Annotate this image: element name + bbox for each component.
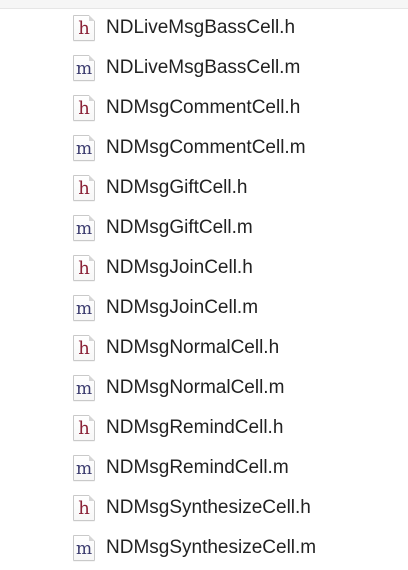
file-type-letter: m xyxy=(75,459,93,479)
file-row-m[interactable]: m NDMsgNormalCell.m xyxy=(0,367,408,407)
file-row-h[interactable]: h NDMsgSynthesizeCell.h xyxy=(0,487,408,527)
file-row-h[interactable]: h NDMsgRemindCell.h xyxy=(0,407,408,447)
implementation-file-icon: m xyxy=(73,455,95,481)
file-name: NDMsgJoinCell.m xyxy=(106,297,259,318)
file-type-letter: h xyxy=(78,98,90,119)
file-type-letter: h xyxy=(78,418,90,439)
file-type-letter: h xyxy=(78,498,90,519)
header-file-icon: h xyxy=(73,335,95,361)
file-row-h[interactable]: h NDMsgCommentCell.h xyxy=(0,87,408,127)
header-file-icon: h xyxy=(73,495,95,521)
header-file-icon: h xyxy=(73,175,95,201)
file-name: NDMsgCommentCell.m xyxy=(106,137,306,158)
file-type-letter: m xyxy=(75,139,93,159)
file-row-h[interactable]: h NDMsgNormalCell.h xyxy=(0,327,408,367)
implementation-file-icon: m xyxy=(73,295,95,321)
file-row-h[interactable]: h NDMsgJoinCell.h xyxy=(0,247,408,287)
file-list: h NDLiveMsgBassCell.h m NDLiveMsgBassCel… xyxy=(0,7,408,567)
file-name: NDMsgGiftCell.h xyxy=(106,177,248,198)
file-name: NDMsgSynthesizeCell.m xyxy=(106,537,317,558)
file-name: NDLiveMsgBassCell.m xyxy=(106,57,301,78)
file-type-letter: m xyxy=(75,59,93,79)
file-name: NDLiveMsgBassCell.h xyxy=(106,17,296,38)
file-name: NDMsgCommentCell.h xyxy=(106,97,301,118)
file-type-letter: h xyxy=(78,338,90,359)
file-type-letter: m xyxy=(75,299,93,319)
file-type-letter: m xyxy=(75,219,93,239)
file-type-letter: h xyxy=(78,258,90,279)
file-row-h[interactable]: h NDLiveMsgBassCell.h xyxy=(0,7,408,47)
file-name: NDMsgJoinCell.h xyxy=(106,257,253,278)
file-type-letter: h xyxy=(78,18,90,39)
file-type-letter: m xyxy=(75,379,93,399)
header-file-icon: h xyxy=(73,95,95,121)
file-name: NDMsgSynthesizeCell.h xyxy=(106,497,311,518)
file-row-h[interactable]: h NDMsgGiftCell.h xyxy=(0,167,408,207)
file-name: NDMsgNormalCell.h xyxy=(106,337,280,358)
file-name: NDMsgNormalCell.m xyxy=(106,377,285,398)
file-name: NDMsgRemindCell.m xyxy=(106,457,289,478)
implementation-file-icon: m xyxy=(73,135,95,161)
file-row-m[interactable]: m NDMsgCommentCell.m xyxy=(0,127,408,167)
implementation-file-icon: m xyxy=(73,375,95,401)
file-row-m[interactable]: m NDMsgRemindCell.m xyxy=(0,447,408,487)
file-name: NDMsgRemindCell.h xyxy=(106,417,284,438)
implementation-file-icon: m xyxy=(73,215,95,241)
header-file-icon: h xyxy=(73,15,95,41)
file-type-letter: h xyxy=(78,178,90,199)
file-row-m[interactable]: m NDLiveMsgBassCell.m xyxy=(0,47,408,87)
project-navigator: h NDLiveMsgBassCell.h m NDLiveMsgBassCel… xyxy=(0,0,408,570)
file-name: NDMsgGiftCell.m xyxy=(106,217,253,238)
header-file-icon: h xyxy=(73,415,95,441)
header-file-icon: h xyxy=(73,255,95,281)
file-row-m[interactable]: m NDMsgJoinCell.m xyxy=(0,287,408,327)
file-row-m[interactable]: m NDMsgSynthesizeCell.m xyxy=(0,527,408,567)
implementation-file-icon: m xyxy=(73,535,95,561)
implementation-file-icon: m xyxy=(73,55,95,81)
file-row-m[interactable]: m NDMsgGiftCell.m xyxy=(0,207,408,247)
file-type-letter: m xyxy=(75,539,93,559)
